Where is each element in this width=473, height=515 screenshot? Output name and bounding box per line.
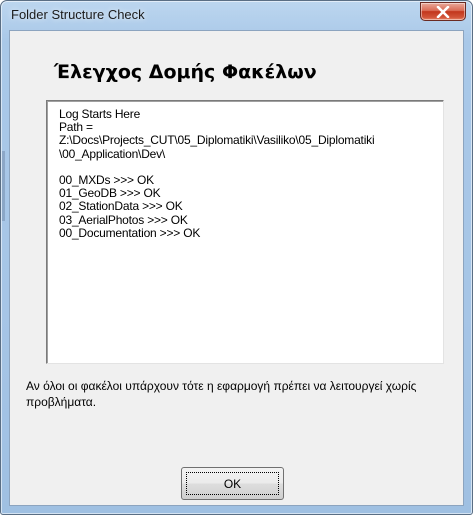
ok-button[interactable]: OK [181,467,284,500]
info-note: Αν όλοι οι φακέλοι υπάρχουν τότε η εφαρμ… [26,379,417,409]
log-line: 03_AerialPhotos >>> OK [59,212,188,227]
ok-button-label: OK [223,476,242,491]
log-line: \00_Application\Dev\ [59,146,166,161]
dialog-window: Folder Structure Check Έλεγχος Δομής Φακ… [0,0,473,515]
close-x-icon [436,6,450,18]
dialog-heading: Έλεγχος Δομής Φακέλων [54,61,317,83]
title-bar[interactable]: Folder Structure Check [1,1,472,29]
log-line: Z:\Docs\Projects_CUT\05_Diplomatiki\Vasi… [59,133,375,148]
close-button[interactable] [420,2,466,21]
log-line: 00_Documentation >>> OK [59,225,201,240]
log-line: 02_StationData >>> OK [59,199,183,214]
window-title: Folder Structure Check [11,7,145,22]
log-textbox[interactable]: Log Starts Here Path = Z:\Docs\Projects_CU… [46,100,444,364]
log-line: Log Starts Here [59,107,141,121]
window-edge [2,151,5,221]
log-text: Log Starts Here Path = Z:\Docs\Projects_CU… [59,107,441,240]
dialog-body: Έλεγχος Δομής Φακέλων Log Starts Here Pat… [9,30,464,506]
